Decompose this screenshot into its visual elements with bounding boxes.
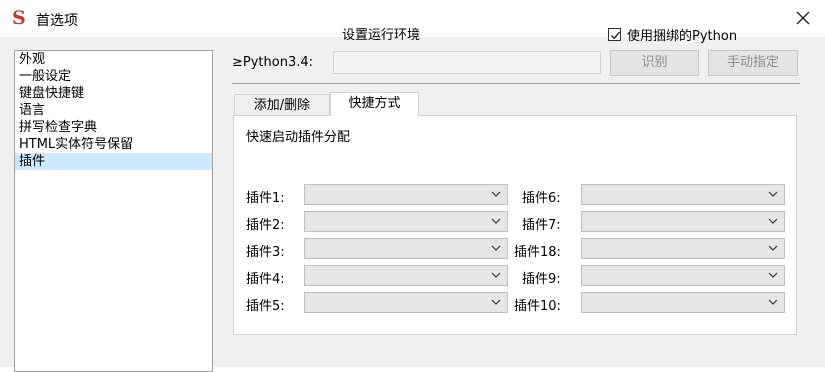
plugin-slot-label: 插件2: bbox=[246, 218, 285, 233]
identify-button[interactable]: 识别 bbox=[610, 50, 699, 76]
plugin-slot-select[interactable] bbox=[304, 211, 508, 232]
checkbox-box[interactable] bbox=[608, 28, 621, 41]
chevron-down-icon bbox=[768, 245, 778, 251]
window-title: 首选项 bbox=[36, 13, 78, 29]
category-item-appearance[interactable]: 外观 bbox=[15, 51, 212, 68]
chevron-down-icon bbox=[768, 191, 778, 197]
chevron-down-icon bbox=[768, 299, 778, 305]
tab-shortcuts[interactable]: 快捷方式 bbox=[330, 92, 419, 116]
plugin-slot-label: 插件18: bbox=[514, 245, 561, 260]
chevron-down-icon bbox=[491, 218, 501, 224]
plugin-slot-label: 插件1: bbox=[246, 191, 285, 206]
category-item-general[interactable]: 一般设定 bbox=[15, 68, 212, 85]
environment-title: 设置运行环境 bbox=[342, 28, 421, 43]
plugin-slot-select[interactable] bbox=[581, 292, 785, 313]
plugin-slot-select[interactable] bbox=[581, 184, 785, 205]
plugin-slot-label: 插件4: bbox=[246, 272, 285, 287]
category-item-language[interactable]: 语言 bbox=[15, 102, 212, 119]
category-item-plugins[interactable]: 插件 bbox=[15, 153, 212, 170]
manual-specify-button[interactable]: 手动指定 bbox=[708, 50, 798, 76]
chevron-down-icon bbox=[491, 272, 501, 278]
chevron-down-icon bbox=[491, 245, 501, 251]
plugin-slot-label: 插件3: bbox=[246, 245, 285, 260]
chevron-down-icon bbox=[768, 218, 778, 224]
plugin-slot-select[interactable] bbox=[581, 211, 785, 232]
plugin-slot-label: 插件7: bbox=[522, 218, 561, 233]
close-icon bbox=[796, 11, 810, 25]
plugin-slot-label: 插件5: bbox=[246, 299, 285, 314]
plugin-slot-label: 插件10: bbox=[514, 299, 561, 314]
checkmark-icon bbox=[610, 31, 621, 40]
category-item-spellcheck[interactable]: 拼写检查字典 bbox=[15, 119, 212, 136]
plugin-slot-select[interactable] bbox=[304, 184, 508, 205]
plugin-slot-select[interactable] bbox=[304, 292, 508, 313]
tab-add-remove[interactable]: 添加/删除 bbox=[234, 94, 330, 115]
use-bundled-python-label: 使用捆绑的Python bbox=[627, 29, 738, 44]
chevron-down-icon bbox=[491, 299, 501, 305]
close-button[interactable] bbox=[781, 0, 825, 37]
app-logo-icon: S bbox=[12, 7, 26, 29]
category-item-html-entities[interactable]: HTML实体符号保留 bbox=[15, 136, 212, 153]
plugin-slot-select[interactable] bbox=[581, 238, 785, 259]
plugin-slot-label: 插件6: bbox=[522, 191, 561, 206]
category-list[interactable]: 外观 一般设定 键盘快捷键 语言 拼写检查字典 HTML实体符号保留 插件 bbox=[14, 50, 213, 372]
python-path-input[interactable] bbox=[333, 51, 601, 74]
category-item-keyboard-shortcuts[interactable]: 键盘快捷键 bbox=[15, 85, 212, 102]
use-bundled-python-checkbox[interactable]: 使用捆绑的Python bbox=[608, 25, 737, 44]
plugin-slot-select[interactable] bbox=[304, 238, 508, 259]
chevron-down-icon bbox=[768, 272, 778, 278]
python-version-label: ≥Python3.4: bbox=[232, 55, 314, 70]
plugin-slot-select[interactable] bbox=[581, 265, 785, 286]
chevron-down-icon bbox=[491, 191, 501, 197]
quick-launch-title: 快速启动插件分配 bbox=[246, 130, 351, 145]
divider bbox=[232, 83, 800, 84]
plugin-slot-label: 插件9: bbox=[522, 272, 561, 287]
plugin-slot-select[interactable] bbox=[304, 265, 508, 286]
